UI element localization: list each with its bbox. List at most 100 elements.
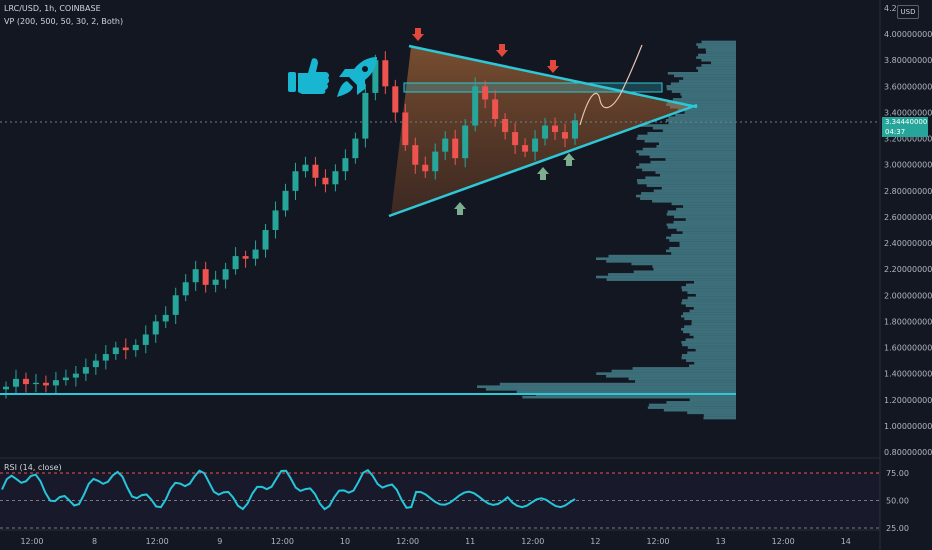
vp-bar (691, 322, 736, 326)
vp-bar (665, 158, 736, 161)
vp-bar (701, 64, 736, 67)
candle (272, 201, 279, 239)
vp-bar (670, 82, 736, 86)
vp-bar (673, 220, 736, 224)
vp-bar (681, 356, 736, 360)
price-chart[interactable]: 75.00 50.00 25.00 4.2 4.00000000 3.80000000 3… (0, 0, 932, 550)
vp-bar (676, 207, 736, 211)
vp-bar (596, 275, 736, 279)
price-tick-label: 3.00000000 (884, 161, 932, 170)
vp-bar (671, 252, 736, 255)
vp-bar (687, 351, 736, 355)
time-tick-label: 12:00 (396, 537, 419, 546)
candle (102, 345, 109, 370)
vp-bar (636, 150, 736, 153)
vp-bar (649, 155, 736, 159)
vp-bar (698, 53, 736, 57)
candle (302, 156, 309, 178)
vp-bar (655, 171, 736, 174)
vp-bar (663, 408, 736, 412)
vp-bar (642, 168, 736, 172)
arrow-down-icon (496, 44, 508, 57)
price-tick-label: 1.20000000 (884, 396, 932, 405)
vp-bar (683, 205, 736, 208)
vp-bar (684, 317, 736, 321)
currency-badge[interactable]: USD (897, 5, 919, 19)
vp-bar (647, 406, 736, 409)
vp-bar (477, 385, 736, 389)
vp-bar (701, 58, 736, 62)
vp-bar (666, 401, 736, 404)
arrow-down-icon (412, 28, 424, 41)
vp-bar (522, 395, 736, 399)
price-tick-label: 1.40000000 (884, 370, 932, 379)
vp-bar (682, 231, 736, 234)
vp-bar (685, 283, 736, 287)
vp-bar (687, 411, 736, 415)
candle (312, 156, 319, 187)
vp-bar (703, 414, 736, 417)
vp-bar (653, 267, 736, 271)
vp-bar (606, 278, 736, 281)
vp-bar (679, 244, 736, 247)
vp-bar (683, 330, 736, 334)
vp-bar (671, 202, 736, 206)
vp-bar (645, 176, 736, 180)
candle (322, 169, 329, 193)
indicator-title: VP (200, 500, 50, 30, 2, Both) (4, 17, 124, 26)
time-tick-label: 13 (716, 537, 726, 546)
candle (172, 287, 179, 325)
rocket-icon (337, 57, 377, 97)
price-tick-label: 2.20000000 (884, 265, 932, 274)
vp-bar (683, 77, 736, 80)
candle (32, 373, 39, 393)
vp-bar (652, 126, 736, 130)
vp-bar (611, 369, 736, 373)
vp-bar (681, 354, 736, 357)
price-tick-label: 1.80000000 (884, 317, 932, 326)
vp-bar (499, 382, 736, 386)
candle (112, 341, 119, 360)
vp-bar (681, 341, 736, 344)
rsi-panel: 75.00 50.00 25.00 (0, 468, 909, 533)
last-price-tag: 3.34440000 04:37 (882, 117, 928, 137)
price-tick-label: 2.00000000 (884, 291, 932, 300)
vp-bar (682, 343, 736, 347)
time-tick-label: 14 (841, 537, 851, 546)
vp-bar (710, 61, 736, 65)
vp-bar (685, 338, 736, 341)
candle (382, 51, 389, 95)
time-tick-label: 11 (465, 537, 475, 546)
vp-bar (673, 215, 736, 219)
vp-bar (659, 173, 736, 177)
vp-bar (698, 69, 736, 72)
time-tick-label: 12:00 (20, 537, 43, 546)
vp-bar (636, 137, 736, 140)
price-tick-label: 4.00000000 (884, 30, 932, 39)
vp-bar (681, 288, 736, 292)
vp-bar (691, 320, 736, 323)
vp-bar (640, 197, 736, 200)
candle (282, 183, 289, 217)
vp-bar (637, 181, 736, 185)
vp-bar (672, 98, 736, 101)
last-price-value: 3.34440000 (885, 118, 928, 126)
vp-bar (516, 390, 736, 394)
candle (262, 223, 269, 258)
rsi-level-label: 50.00 (886, 497, 909, 506)
candle (162, 306, 169, 329)
vp-bar (666, 236, 736, 240)
time-tick-label: 12 (590, 537, 600, 546)
vp-bar (636, 166, 736, 169)
candle (92, 353, 99, 375)
rsi-level-label: 75.00 (886, 469, 909, 478)
vp-bar (666, 223, 736, 227)
vp-bar (681, 327, 736, 331)
candle (82, 358, 89, 382)
vp-bar (652, 199, 736, 203)
vp-bar (676, 228, 736, 232)
candle (232, 247, 239, 275)
vp-bar (689, 333, 736, 336)
vp-bar (687, 291, 736, 294)
candle (242, 250, 249, 268)
